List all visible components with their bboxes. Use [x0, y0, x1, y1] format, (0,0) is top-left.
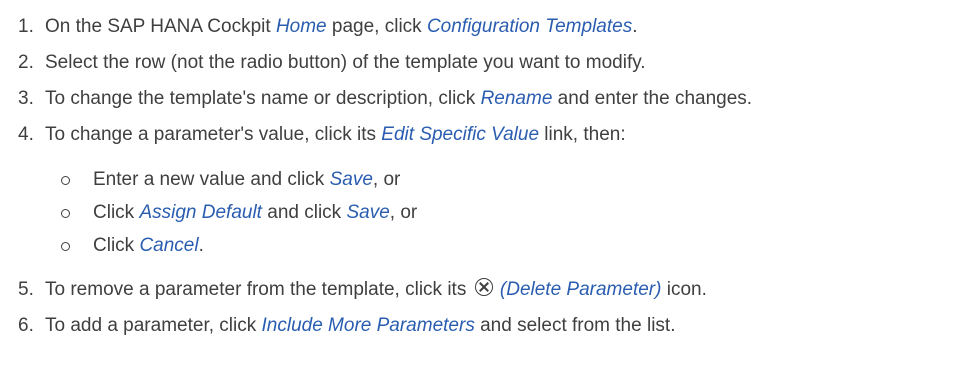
step-text: To remove a parameter from the template,… [45, 279, 472, 300]
step-text: . [632, 16, 638, 37]
home-link[interactable]: Home [276, 16, 327, 37]
step-6: 6. To add a parameter, click Include Mor… [0, 308, 958, 344]
step-number: 6. [18, 315, 34, 336]
sub-item-text: , or [372, 169, 401, 190]
step-2: 2. Select the row (not the radio button)… [0, 45, 958, 81]
step-text: page, click [326, 16, 427, 37]
step-text: link, then: [539, 124, 626, 145]
step-text: and enter the changes. [552, 88, 753, 109]
procedure-steps: 1. On the SAP HANA Cockpit Home page, cl… [0, 0, 958, 344]
step-text: and select from the list. [474, 315, 676, 336]
include-more-parameters-link[interactable]: Include More Parameters [262, 315, 475, 336]
step-text: To change a parameter's value, click its [45, 124, 382, 145]
step-number: 5. [18, 279, 34, 300]
sub-item-enter-value: Enter a new value and click Save, or [0, 163, 958, 196]
cancel-link[interactable]: Cancel [139, 235, 198, 256]
save-link[interactable]: Save [330, 169, 373, 190]
assign-default-link[interactable]: Assign Default [139, 202, 262, 223]
step-5: 5. To remove a parameter from the templa… [0, 272, 958, 308]
bullet-circle-icon [61, 176, 70, 185]
step-4-sub-list: Enter a new value and click Save, or Cli… [0, 153, 958, 272]
step-number: 1. [18, 16, 34, 37]
bullet-circle-icon [61, 209, 70, 218]
sub-item-text: Enter a new value and click [93, 169, 330, 190]
step-3: 3. To change the template's name or desc… [0, 81, 958, 117]
sub-item-text: . [198, 235, 204, 256]
step-text: On the SAP HANA Cockpit [45, 16, 276, 37]
step-number: 4. [18, 124, 34, 145]
sub-item-assign-default: Click Assign Default and click Save, or [0, 196, 958, 229]
delete-parameter-icon [474, 278, 493, 296]
rename-link[interactable]: Rename [481, 88, 553, 109]
edit-specific-value-link[interactable]: Edit Specific Value [381, 124, 539, 145]
save-link[interactable]: Save [346, 202, 389, 223]
sub-item-text: Click [93, 235, 140, 256]
step-number: 2. [18, 52, 34, 73]
sub-item-text: and click [261, 202, 347, 223]
delete-parameter-label: (Delete Parameter) [499, 279, 662, 300]
step-text: To add a parameter, click [45, 315, 262, 336]
step-number: 3. [18, 88, 34, 109]
step-1: 1. On the SAP HANA Cockpit Home page, cl… [0, 9, 958, 45]
step-text: icon. [661, 279, 707, 300]
step-4: 4. To change a parameter's value, click … [0, 117, 958, 153]
step-text: Select the row (not the radio button) of… [45, 52, 646, 73]
sub-item-cancel: Click Cancel. [0, 229, 958, 262]
bullet-circle-icon [61, 242, 70, 251]
sub-item-text: Click [93, 202, 140, 223]
configuration-templates-link[interactable]: Configuration Templates [427, 16, 632, 37]
step-text: To change the template's name or descrip… [45, 88, 481, 109]
sub-item-text: , or [389, 202, 418, 223]
